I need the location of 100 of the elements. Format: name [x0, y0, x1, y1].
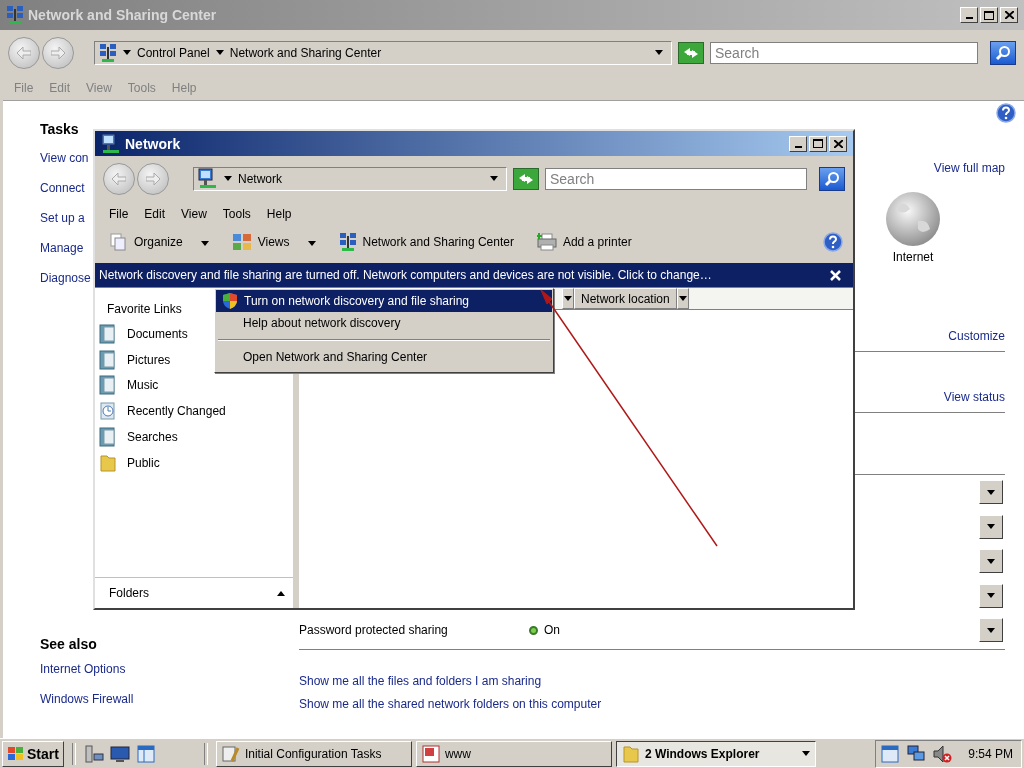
caret-icon — [200, 241, 209, 246]
forward-arrow-icon — [146, 172, 160, 185]
breadcrumb-item[interactable]: Network — [238, 171, 282, 186]
task-link[interactable]: Connect — [40, 181, 85, 195]
maximize-button[interactable] — [809, 135, 827, 152]
maximize-icon — [984, 10, 994, 20]
sharing-link[interactable]: Show me all the shared network folders on this computer — [299, 693, 1024, 716]
see-also-link[interactable]: Internet Options — [40, 662, 126, 676]
favorite-link[interactable]: Public — [95, 450, 293, 476]
window-icon[interactable] — [880, 743, 901, 764]
see-also-link[interactable]: Windows Firewall — [40, 692, 134, 706]
back-arrow-icon — [112, 172, 126, 185]
task-link[interactable]: Manage — [40, 241, 84, 255]
menu-item[interactable]: Help about network discovery — [216, 312, 552, 334]
toolbar-button[interactable]: Views — [228, 231, 319, 253]
expand-button[interactable] — [979, 618, 1003, 642]
search-button[interactable] — [990, 40, 1016, 65]
section-heading: See also — [40, 635, 98, 654]
info-bar[interactable]: Network discovery and file sharing are turned off. Network computers and devices are not visible. Click to change… — [95, 263, 853, 287]
expand-button[interactable] — [979, 514, 1003, 539]
help-icon[interactable] — [823, 232, 843, 252]
menu-item[interactable]: Edit — [136, 206, 174, 221]
section-heading: Tasks — [40, 120, 80, 139]
menu-item[interactable]: Turn on network discovery and file sharing — [216, 290, 552, 312]
slides-icon — [421, 744, 440, 763]
clock: 9:54 PM — [968, 746, 1013, 761]
expand-button[interactable] — [979, 583, 1003, 608]
server-icon[interactable] — [83, 743, 104, 764]
favorite-link[interactable]: Searches — [95, 424, 293, 450]
muted-speaker-icon[interactable] — [932, 743, 953, 764]
minimize-button[interactable] — [789, 135, 807, 152]
help-icon[interactable] — [996, 103, 1016, 123]
network-icon — [6, 5, 24, 25]
search-button[interactable] — [819, 166, 845, 191]
taskbar-button[interactable]: www — [415, 740, 612, 767]
desktop-icon[interactable] — [109, 743, 130, 764]
favorite-link[interactable]: Music — [95, 372, 293, 399]
sharing-link[interactable]: Show me all the files and folders I am sharing — [299, 670, 1024, 693]
breadcrumb-item[interactable]: Control Panel — [137, 45, 210, 60]
refresh-button[interactable] — [678, 41, 704, 64]
close-icon — [833, 139, 843, 148]
minimize-icon — [794, 145, 802, 148]
minimize-icon — [965, 17, 973, 19]
customize-link[interactable]: Customize — [948, 328, 1005, 344]
pages-icon — [110, 233, 128, 251]
menu-item[interactable]: View — [173, 206, 215, 221]
caret-icon — [307, 241, 316, 246]
printer-icon — [536, 233, 557, 251]
maximize-button[interactable] — [980, 7, 998, 23]
close-button[interactable] — [1000, 7, 1018, 23]
window-icon[interactable] — [135, 743, 156, 764]
caret-icon — [987, 524, 995, 529]
caret-icon — [564, 296, 572, 301]
task-link[interactable]: Set up a — [40, 211, 85, 225]
menu-item[interactable]: Open Network and Sharing Center — [216, 346, 552, 368]
window-title: Network — [125, 135, 182, 152]
toolbar-button[interactable]: Organize — [107, 231, 212, 253]
task-link[interactable]: View con — [40, 151, 89, 165]
caret-icon — [678, 296, 687, 301]
caret-icon — [277, 590, 285, 596]
close-button[interactable] — [829, 135, 847, 152]
search-field[interactable]: Search — [545, 167, 807, 190]
taskbar-button[interactable]: 2 Windows Explorer — [615, 740, 816, 767]
favorite-links-heading: Favorite Links — [107, 302, 182, 316]
column-dropdown[interactable] — [562, 288, 574, 309]
menu-item[interactable]: File — [101, 206, 137, 221]
toolbar-button[interactable]: Network and Sharing Center — [335, 230, 517, 254]
favorite-link[interactable]: Recently Changed — [95, 398, 293, 425]
address-bar[interactable]: Control Panel Network and Sharing Center — [94, 40, 672, 65]
info-bar-message[interactable]: Network discovery and file sharing are turned off. Network computers and devices are not visible. Click to change… — [99, 268, 830, 282]
caret-icon — [490, 176, 498, 181]
close-icon — [1004, 11, 1014, 19]
expand-button[interactable] — [979, 549, 1003, 573]
view-status-link[interactable]: View status — [943, 389, 1005, 405]
caret-icon — [224, 176, 232, 181]
search-icon — [995, 44, 1011, 61]
caret-icon — [123, 50, 131, 55]
column-header[interactable]: Network location — [574, 288, 677, 309]
window-title: Network and Sharing Center — [28, 7, 218, 23]
expand-button[interactable] — [979, 480, 1003, 504]
back-arrow-icon — [17, 46, 31, 59]
close-icon[interactable] — [830, 269, 841, 281]
address-bar[interactable]: Network — [193, 166, 507, 191]
menu-item[interactable]: Help — [258, 206, 300, 221]
view-full-map-link[interactable]: View full map — [933, 160, 1005, 176]
toolbar-button[interactable]: Add a printer — [533, 231, 635, 253]
breadcrumb-item[interactable]: Network and Sharing Center — [229, 45, 382, 60]
search-icon — [824, 170, 840, 187]
taskbar-button[interactable]: Initial Configuration Tasks — [215, 740, 412, 767]
search-field[interactable]: Search — [710, 41, 978, 64]
refresh-button[interactable] — [513, 167, 539, 190]
minimize-button[interactable] — [960, 7, 978, 23]
sharing-label: Password protected sharing — [299, 623, 449, 637]
menu-item[interactable]: Tools — [214, 206, 259, 221]
start-button[interactable]: Start — [2, 740, 64, 767]
task-link[interactable]: Diagnose — [40, 271, 91, 285]
globe-icon — [884, 191, 942, 247]
network-icon[interactable] — [906, 743, 927, 764]
refresh-icon — [517, 171, 535, 186]
sharing-status: On — [544, 623, 560, 637]
